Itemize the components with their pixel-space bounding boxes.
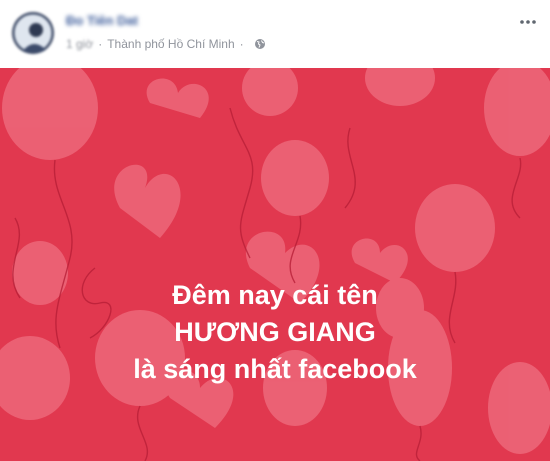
post-location[interactable]: Thành phố Hồ Chí Minh: [107, 37, 234, 51]
globe-icon[interactable]: [254, 38, 266, 50]
facebook-post: Đo Tiên Dat 1 giờ · Thành phố Hồ Chí Min…: [0, 0, 550, 461]
more-horizontal-icon[interactable]: [516, 10, 540, 34]
status-line-1: Đêm nay cái tên: [172, 280, 378, 310]
status-background: Đêm nay cái tên HƯƠNG GIANG là sáng nhất…: [0, 68, 550, 461]
meta-separator-2: ·: [239, 37, 244, 51]
author-avatar[interactable]: [12, 12, 54, 54]
post-time[interactable]: 1 giờ: [66, 37, 93, 51]
status-message: Đêm nay cái tên HƯƠNG GIANG là sáng nhất…: [0, 277, 550, 388]
status-line-2: HƯƠNG GIANG: [174, 317, 376, 347]
author-name[interactable]: Đo Tiên Dat: [66, 13, 138, 28]
balloon-pattern: [0, 68, 550, 461]
post-header: Đo Tiên Dat 1 giờ · Thành phố Hồ Chí Min…: [0, 0, 550, 68]
status-line-3: là sáng nhất facebook: [133, 354, 417, 384]
post-meta: 1 giờ · Thành phố Hồ Chí Minh ·: [66, 37, 266, 51]
meta-separator: ·: [98, 37, 103, 51]
